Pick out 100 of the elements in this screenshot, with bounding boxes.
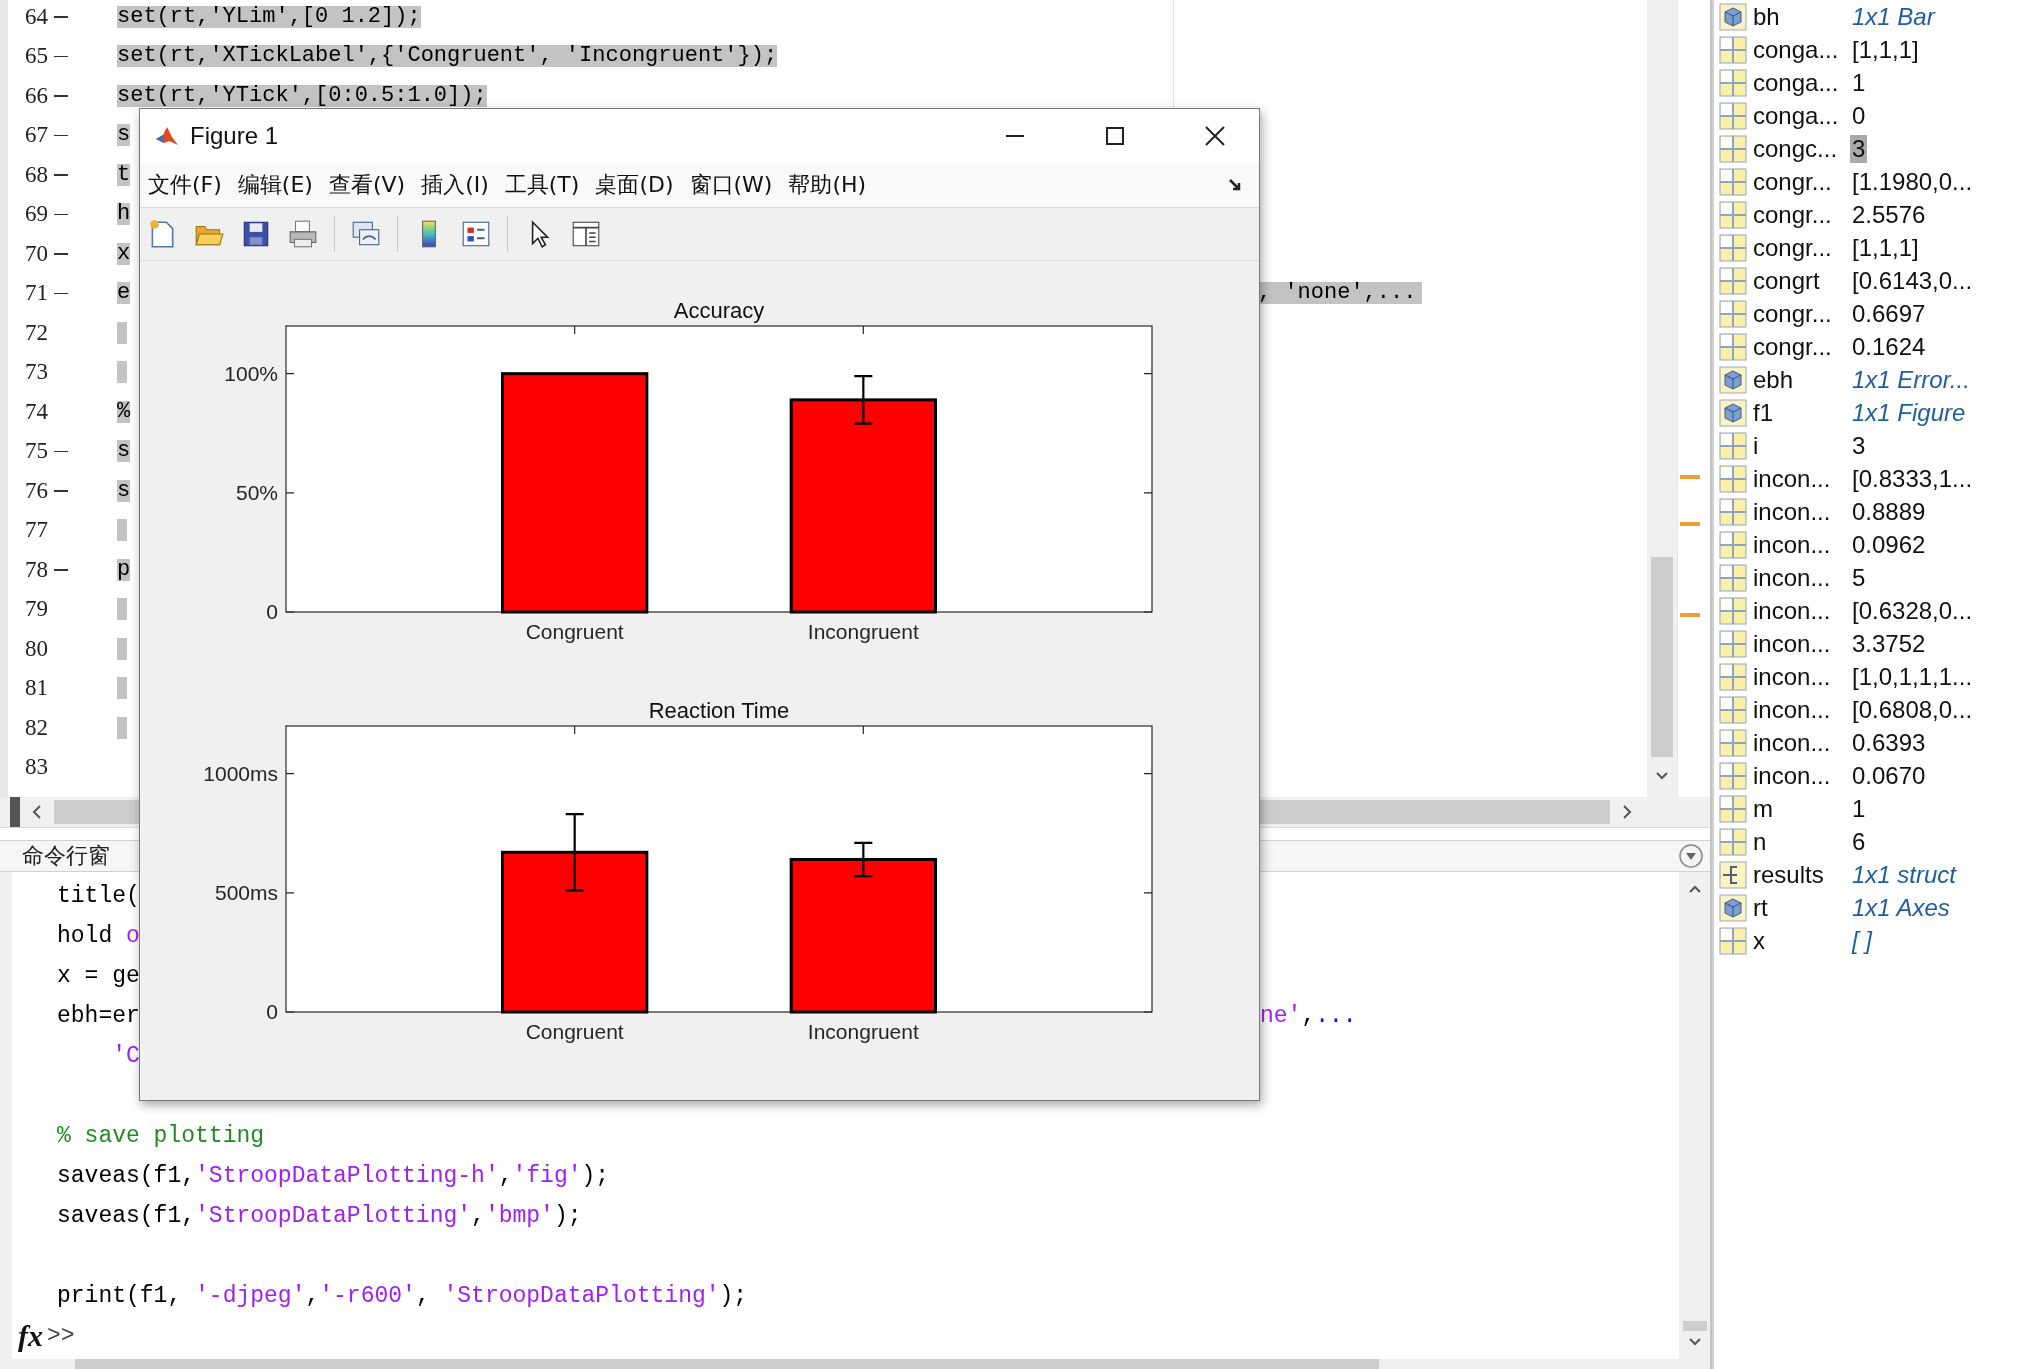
variable-value: 1x1 Bar <box>1851 2 1937 31</box>
variable-value: 1x1 Error... <box>1851 365 1971 394</box>
grid-icon <box>1719 695 1747 724</box>
grid-icon <box>1719 332 1747 361</box>
function-browser-icon[interactable]: fx <box>18 1319 43 1353</box>
menu-item[interactable]: 插入(I) <box>419 168 491 202</box>
variable-value: [1,0,1,1,1... <box>1851 662 1974 691</box>
scroll-down-icon[interactable] <box>1687 1337 1702 1347</box>
variable-value: [ ] <box>1850 926 1874 955</box>
variable-name[interactable]: incon... <box>1753 695 1850 724</box>
variable-name[interactable]: incon... <box>1753 728 1850 757</box>
code-fragment: , 'none',... <box>1258 282 1423 305</box>
scroll-thumb[interactable] <box>75 1359 1379 1369</box>
variable-name[interactable]: conga... <box>1753 101 1850 130</box>
variable-name[interactable]: incon... <box>1753 464 1850 493</box>
variable-name[interactable]: incon... <box>1753 662 1850 691</box>
grid-icon <box>1719 299 1747 328</box>
variable-value: [0.6808,0... <box>1851 695 1974 724</box>
variable-name[interactable]: incon... <box>1753 596 1850 625</box>
variable-name[interactable]: n <box>1753 827 1850 856</box>
breakpoint-marker[interactable] <box>54 16 68 18</box>
variable-value: 3.3752 <box>1851 629 1927 658</box>
menu-item[interactable]: 帮助(H) <box>786 168 869 202</box>
command-line: print(f1, '-djpeg','-r600', 'StroopDataPlotting'); <box>57 1283 748 1309</box>
breakpoint-marker[interactable] <box>54 213 68 215</box>
variable-name[interactable]: ebh <box>1753 365 1850 394</box>
grid-icon <box>1719 497 1747 526</box>
axis-label: 0 <box>266 1000 278 1023</box>
variable-name[interactable]: congr... <box>1753 167 1850 196</box>
variable-value: 1 <box>1851 794 1867 823</box>
variable-name[interactable]: i <box>1753 431 1850 460</box>
line-number: 74 <box>24 398 48 425</box>
panel-title: 命令行窗 <box>22 842 110 870</box>
vertical-scrollbar[interactable] <box>1679 872 1710 1359</box>
chart-title: Reaction Time <box>648 698 790 723</box>
struct-icon <box>1719 860 1747 889</box>
breakpoint-marker[interactable] <box>54 569 68 571</box>
variable-name[interactable]: congr... <box>1753 233 1850 262</box>
line-number: 69 <box>24 201 48 228</box>
breakpoint-marker[interactable] <box>54 292 68 294</box>
scroll-left-icon[interactable] <box>30 804 44 820</box>
breakpoint-marker[interactable] <box>54 450 68 452</box>
breakpoint-marker[interactable] <box>54 490 68 492</box>
variable-value: [0.6328,0... <box>1851 596 1974 625</box>
grid-icon <box>1719 662 1747 691</box>
variable-name[interactable]: congr... <box>1753 299 1850 328</box>
breakpoint-marker[interactable] <box>54 134 68 136</box>
variable-name[interactable]: m <box>1753 794 1850 823</box>
menu-item[interactable]: 查看(V) <box>326 168 408 202</box>
axis-label: Incongruent <box>807 1020 919 1043</box>
menu-item[interactable]: 桌面(D) <box>593 168 676 202</box>
breakpoint-marker[interactable] <box>54 174 68 176</box>
variable-value: 3 <box>1850 134 1868 163</box>
menu-item[interactable]: 工具(T) <box>502 168 582 202</box>
dock-arrow-icon[interactable] <box>1227 177 1243 193</box>
variable-name[interactable]: bh <box>1753 2 1850 31</box>
grid-icon <box>1719 35 1747 64</box>
scroll-up-icon[interactable] <box>1687 884 1702 894</box>
line-number: 67 <box>24 122 48 149</box>
resize-handle[interactable] <box>10 797 20 827</box>
variable-name[interactable]: congr... <box>1753 332 1850 361</box>
scroll-thumb[interactable] <box>1651 557 1673 757</box>
variable-name[interactable]: rt <box>1753 893 1850 922</box>
variable-name[interactable]: congc... <box>1753 134 1850 163</box>
variable-name[interactable]: incon... <box>1753 563 1850 592</box>
grid-icon <box>1719 101 1747 130</box>
variable-value: [0.8333,1... <box>1851 464 1974 493</box>
breakpoint-marker[interactable] <box>54 253 68 255</box>
variable-name[interactable]: f1 <box>1753 398 1850 427</box>
variable-name[interactable]: congr... <box>1753 200 1850 229</box>
dropdown-icon[interactable] <box>1678 843 1704 869</box>
menu-item[interactable]: 窗口(W) <box>687 168 775 202</box>
menu-item[interactable]: 编辑(E) <box>235 168 315 202</box>
variable-name[interactable]: incon... <box>1753 530 1850 559</box>
grid-icon <box>1719 167 1747 196</box>
line-number: 76 <box>24 477 48 504</box>
variable-name[interactable]: incon... <box>1753 497 1850 526</box>
variable-name[interactable]: x <box>1753 926 1850 955</box>
variable-name[interactable]: congrt <box>1753 266 1850 295</box>
line-number: 66 <box>24 82 48 109</box>
command-line: hold o <box>57 923 140 949</box>
vertical-scrollbar[interactable] <box>1647 0 1677 797</box>
command-prompt[interactable]: >> <box>47 1323 75 1349</box>
cube-icon <box>1719 398 1747 427</box>
printer-icon[interactable] <box>287 218 319 250</box>
grid-icon <box>1719 530 1747 559</box>
variable-value: [1,1,1] <box>1851 35 1920 64</box>
variable-name[interactable]: conga... <box>1753 68 1850 97</box>
axis-label: 100% <box>224 361 278 385</box>
command-line: title( <box>57 883 140 909</box>
scroll-right-icon[interactable] <box>1620 804 1634 820</box>
menu-item[interactable]: 文件(F) <box>146 168 224 202</box>
scroll-down-icon[interactable] <box>1655 771 1669 781</box>
breakpoint-marker[interactable] <box>54 55 68 57</box>
variable-name[interactable]: results <box>1753 860 1850 889</box>
breakpoint-marker[interactable] <box>54 95 68 97</box>
variable-name[interactable]: incon... <box>1753 761 1850 790</box>
variable-name[interactable]: conga... <box>1753 35 1850 64</box>
variable-name[interactable]: incon... <box>1753 629 1850 658</box>
scroll-thumb[interactable] <box>1682 1321 1707 1331</box>
